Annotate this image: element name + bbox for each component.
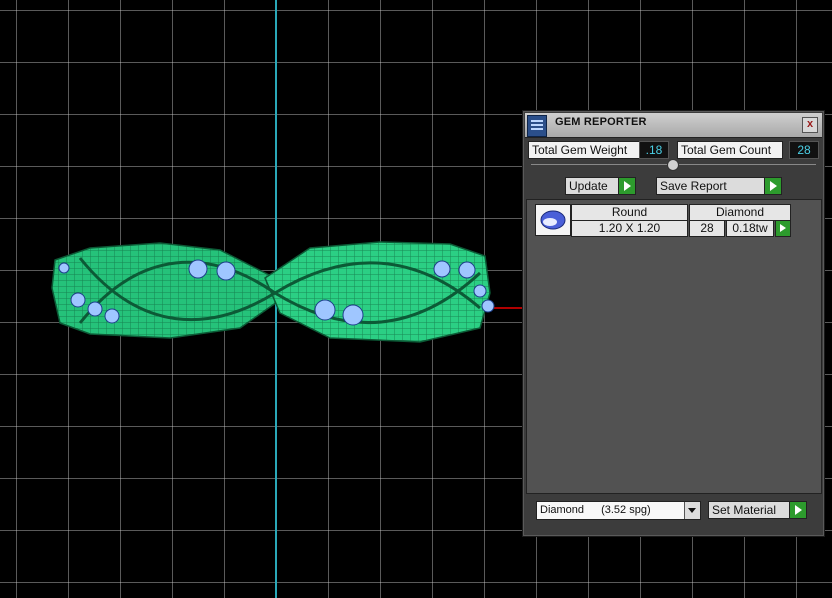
panel-titlebar[interactable]: GEM REPORTER x bbox=[525, 113, 822, 138]
material-select-spg: (3.52 spg) bbox=[601, 504, 651, 516]
gem-shape-cell: Round bbox=[571, 204, 688, 221]
panel-title: GEM REPORTER bbox=[555, 116, 647, 128]
total-gem-count-value: 28 bbox=[789, 141, 819, 159]
gem-reporter-app-icon bbox=[527, 115, 547, 137]
ring-band-left bbox=[51, 242, 281, 339]
save-report-button[interactable]: Save Report bbox=[656, 177, 782, 195]
material-select[interactable]: Diamond (3.52 spg) bbox=[536, 501, 701, 520]
play-arrow-icon bbox=[764, 178, 781, 194]
gem-list[interactable]: Round Diamond 1.20 X 1.20 28 0.18tw bbox=[526, 199, 822, 494]
ring-wireframe-model[interactable] bbox=[50, 238, 495, 348]
divider-handle[interactable] bbox=[667, 159, 679, 171]
gem-count-cell: 28 bbox=[689, 220, 725, 237]
gem-material-cell: Diamond bbox=[689, 204, 791, 221]
gem-row-arrow-icon[interactable] bbox=[775, 220, 791, 237]
close-icon[interactable]: x bbox=[802, 117, 818, 133]
update-button[interactable]: Update bbox=[565, 177, 636, 195]
set-material-button[interactable]: Set Material bbox=[708, 501, 807, 519]
total-gem-count-label: Total Gem Count bbox=[677, 141, 783, 159]
update-button-label: Update bbox=[569, 179, 608, 193]
play-arrow-icon bbox=[618, 178, 635, 194]
gem-weight-cell: 0.18tw bbox=[726, 220, 774, 237]
set-material-button-label: Set Material bbox=[712, 503, 777, 517]
material-select-value: Diamond bbox=[540, 504, 585, 516]
gem-size-cell: 1.20 X 1.20 bbox=[571, 220, 688, 237]
total-gem-weight-label: Total Gem Weight bbox=[528, 141, 640, 159]
save-report-button-label: Save Report bbox=[660, 179, 727, 193]
chevron-down-icon[interactable] bbox=[684, 502, 700, 519]
total-gem-weight-value: .18 bbox=[639, 141, 669, 159]
gem-reporter-panel: GEM REPORTER x Total Gem Weight .18 Tota… bbox=[522, 110, 825, 537]
round-gem-icon bbox=[535, 204, 571, 236]
play-arrow-icon bbox=[789, 502, 806, 518]
